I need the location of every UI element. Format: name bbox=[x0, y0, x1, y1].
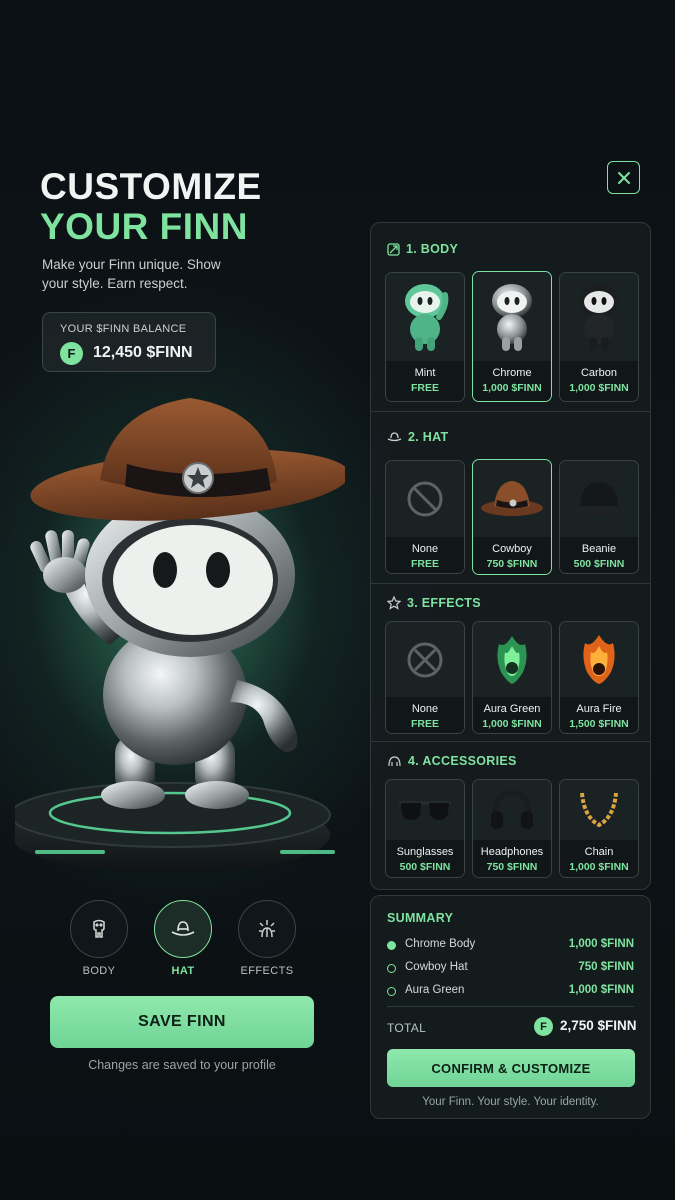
finn-coin-icon: F bbox=[534, 1017, 553, 1036]
ring-dot-icon bbox=[387, 987, 396, 996]
accessories-icon bbox=[388, 755, 401, 766]
card-price: 500 $FINN bbox=[573, 558, 625, 570]
finn-character-preview bbox=[15, 398, 345, 873]
chain-image bbox=[580, 792, 618, 828]
card-name: Chain bbox=[584, 846, 614, 858]
card-price: FREE bbox=[410, 382, 439, 394]
close-button[interactable] bbox=[607, 161, 640, 194]
card-price: 500 $FINN bbox=[399, 861, 451, 873]
customization-panel: 1. BODY Mint FREE Chrome 1,000 $FINN Car… bbox=[370, 222, 651, 890]
effect-option-aura-green[interactable]: Aura Green 1,000 $FINN bbox=[472, 621, 552, 734]
tab-effects-label: EFFECTS bbox=[240, 965, 294, 977]
card-price: 1,000 $FINN bbox=[569, 861, 629, 873]
aura-fire-image bbox=[583, 634, 615, 684]
finn-coin-icon: F bbox=[60, 342, 83, 365]
summary-row: Aura Green 1,000 $FINN bbox=[387, 984, 634, 1000]
section-divider bbox=[371, 741, 650, 742]
section-hat-title: 2. HAT bbox=[387, 430, 448, 444]
summary-row: Chrome Body 1,000 $FINN bbox=[387, 938, 634, 954]
confirm-customize-button[interactable]: CONFIRM & CUSTOMIZE bbox=[387, 1049, 635, 1087]
section-body-title: 1. BODY bbox=[387, 242, 458, 256]
ring-dot-icon bbox=[387, 964, 396, 973]
total-value: 2,750 $FINN bbox=[560, 1018, 637, 1033]
hat-option-none[interactable]: None FREE bbox=[385, 460, 465, 574]
tab-effects[interactable]: EFFECTS bbox=[238, 900, 296, 977]
page-title-line1: CUSTOMIZE bbox=[40, 166, 262, 207]
card-price: 750 $FINN bbox=[486, 558, 538, 570]
accessory-option-chain[interactable]: Chain 1,000 $FINN bbox=[559, 779, 639, 878]
card-name: Beanie bbox=[581, 543, 617, 555]
accessory-option-headphones[interactable]: Headphones 750 $FINN bbox=[472, 779, 552, 878]
aura-green-image bbox=[497, 635, 527, 684]
beanie-image bbox=[579, 482, 619, 516]
balance-card: YOUR $FINN BALANCE F 12,450 $FINN bbox=[42, 312, 216, 372]
accessory-option-sunglasses[interactable]: Sunglasses 500 $FINN bbox=[385, 779, 465, 878]
summary-title: SUMMARY bbox=[387, 911, 454, 925]
effect-option-none[interactable]: None FREE bbox=[385, 621, 465, 734]
hat-icon bbox=[171, 921, 195, 936]
tab-hat-label: HAT bbox=[171, 965, 195, 977]
save-note: Changes are saved to your profile bbox=[88, 1058, 276, 1072]
body-option-carbon[interactable]: Carbon 1,000 $FINN bbox=[559, 272, 639, 402]
hat-option-beanie[interactable]: Beanie 500 $FINN bbox=[559, 460, 639, 574]
section-effects-title: 3. EFFECTS bbox=[387, 596, 481, 610]
page-title-line2: YOUR FINN bbox=[40, 206, 248, 247]
chrome-body-image bbox=[492, 283, 532, 351]
save-finn-button[interactable]: SAVE FINN bbox=[50, 996, 314, 1048]
card-name: None bbox=[411, 543, 439, 555]
hat-option-cowboy[interactable]: Cowboy 750 $FINN bbox=[472, 459, 552, 575]
mint-body-image bbox=[405, 284, 449, 351]
hat-icon bbox=[387, 432, 402, 442]
card-price: 1,000 $FINN bbox=[482, 382, 542, 394]
sunglasses-image bbox=[399, 801, 451, 820]
body-option-chrome[interactable]: Chrome 1,000 $FINN bbox=[472, 271, 552, 402]
effect-option-aura-fire[interactable]: Aura Fire 1,500 $FINN bbox=[559, 621, 639, 734]
tab-body-circle[interactable] bbox=[70, 900, 128, 958]
cowboy-hat-image bbox=[481, 480, 543, 516]
leaf-icon bbox=[387, 242, 400, 256]
card-price: 1,000 $FINN bbox=[482, 718, 542, 730]
body-option-mint[interactable]: Mint FREE bbox=[385, 272, 465, 402]
card-name: Mint bbox=[414, 367, 436, 379]
none-icon bbox=[407, 642, 443, 677]
card-name: None bbox=[411, 703, 439, 715]
section-accessories-title: 4. ACCESSORIES bbox=[387, 754, 517, 768]
total-label: TOTAL bbox=[387, 1021, 427, 1035]
tab-hat[interactable]: HAT bbox=[154, 900, 212, 977]
customize-tabs: BODY HAT EFFECTS bbox=[70, 900, 296, 980]
card-price: 1,500 $FINN bbox=[569, 718, 629, 730]
card-name: Chrome bbox=[492, 367, 532, 379]
card-name: Aura Green bbox=[483, 703, 541, 715]
tab-body[interactable]: BODY bbox=[70, 900, 128, 977]
body-icon bbox=[93, 919, 105, 938]
section-divider bbox=[371, 583, 650, 584]
section-divider bbox=[371, 411, 650, 412]
tab-hat-circle[interactable] bbox=[154, 900, 212, 958]
balance-label: YOUR $FINN BALANCE bbox=[60, 323, 187, 335]
card-name: Sunglasses bbox=[396, 846, 454, 858]
tab-body-label: BODY bbox=[82, 965, 116, 977]
card-name: Headphones bbox=[480, 846, 544, 858]
summary-row: Cowboy Hat 750 $FINN bbox=[387, 961, 634, 977]
none-icon bbox=[407, 481, 443, 517]
card-name: Carbon bbox=[580, 367, 618, 379]
headphones-image bbox=[491, 790, 533, 829]
filled-dot-icon bbox=[387, 941, 396, 950]
card-name: Cowboy bbox=[492, 543, 532, 555]
card-name: Aura Fire bbox=[576, 703, 622, 715]
star-icon bbox=[387, 596, 401, 610]
page-subtitle: Make your Finn unique. Show your style. … bbox=[42, 257, 221, 291]
card-price: 750 $FINN bbox=[486, 861, 538, 873]
tagline: Your Finn. Your style. Your identity. bbox=[422, 1096, 599, 1108]
balance-value: 12,450 $FINN bbox=[93, 344, 193, 361]
card-price: FREE bbox=[410, 718, 439, 730]
tab-effects-circle[interactable] bbox=[238, 900, 296, 958]
carbon-body-image bbox=[579, 284, 619, 351]
close-icon bbox=[617, 171, 630, 184]
effects-icon bbox=[259, 920, 275, 938]
card-price: 1,000 $FINN bbox=[569, 382, 629, 394]
summary-divider bbox=[387, 1006, 634, 1007]
card-price: FREE bbox=[410, 558, 439, 570]
